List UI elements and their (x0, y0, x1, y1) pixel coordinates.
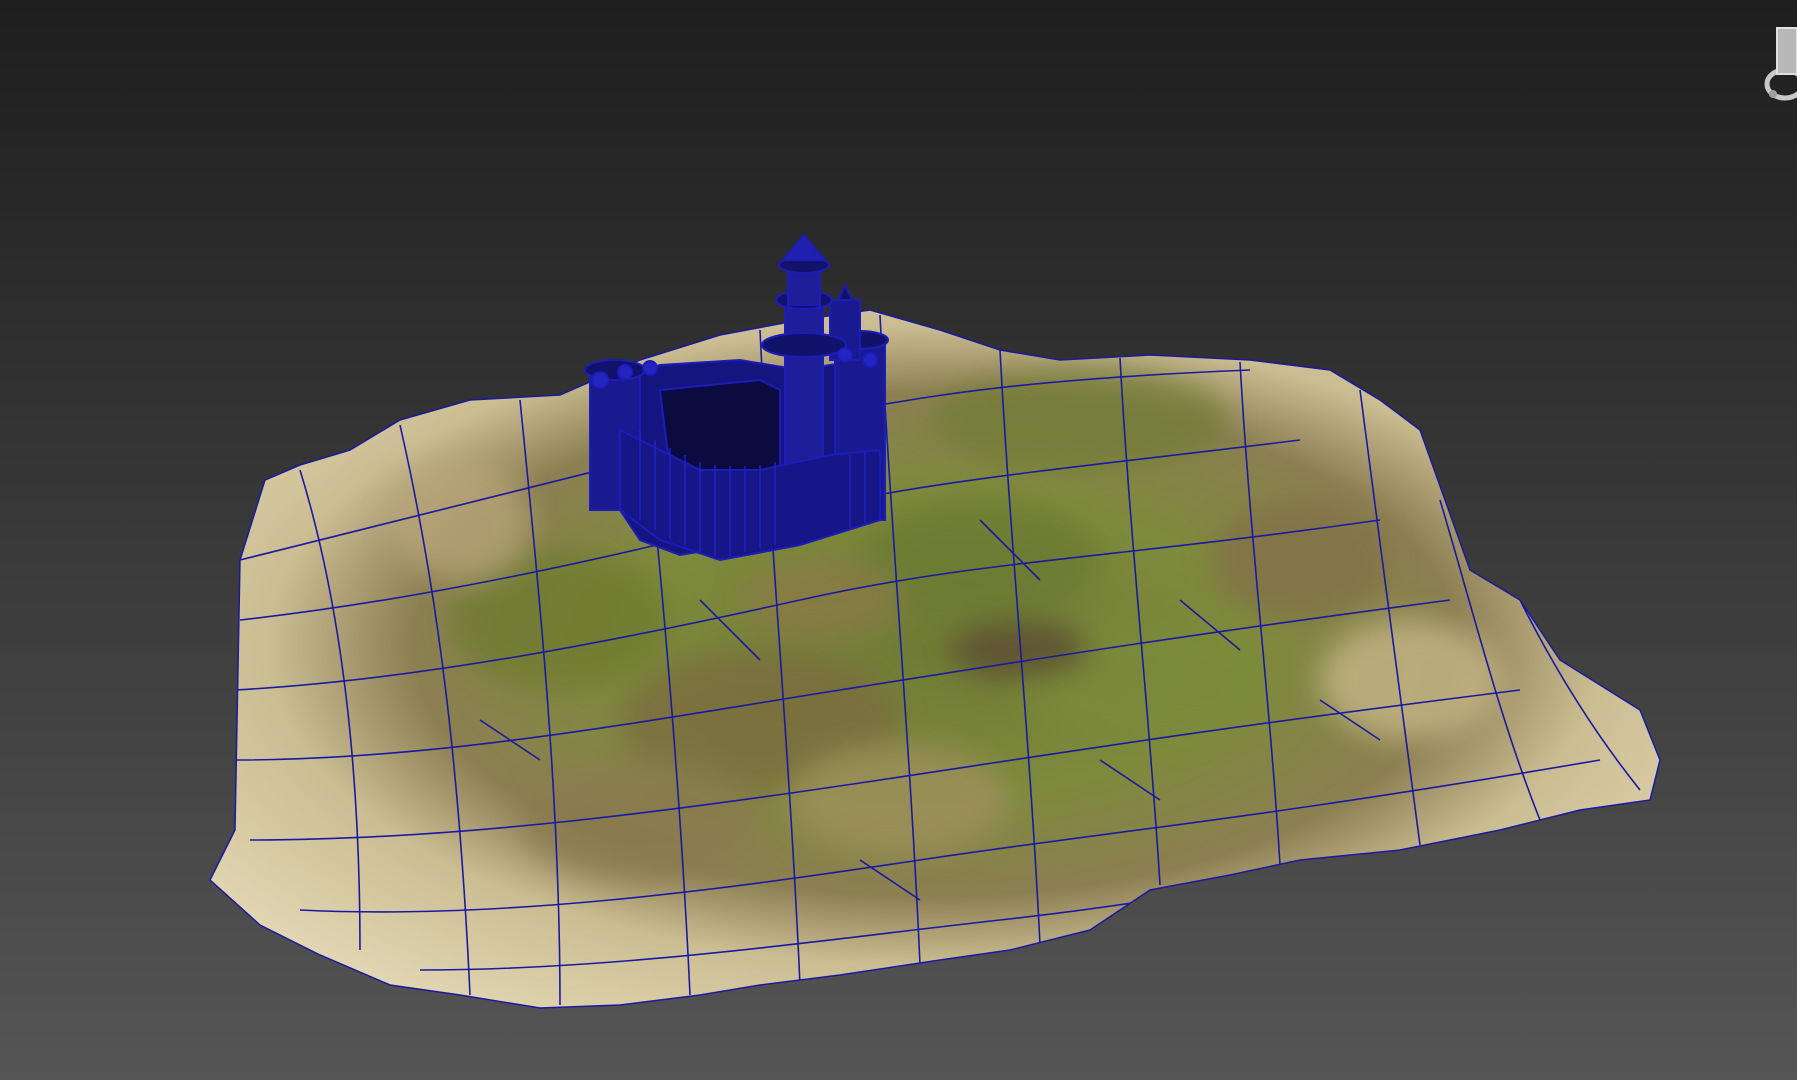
3d-viewport[interactable] (0, 0, 1797, 1080)
scene-view (209, 233, 1661, 1009)
viewcube-icon[interactable] (1733, 22, 1797, 122)
castle-model[interactable] (584, 233, 889, 562)
terrain-mesh[interactable] (210, 310, 1660, 1008)
